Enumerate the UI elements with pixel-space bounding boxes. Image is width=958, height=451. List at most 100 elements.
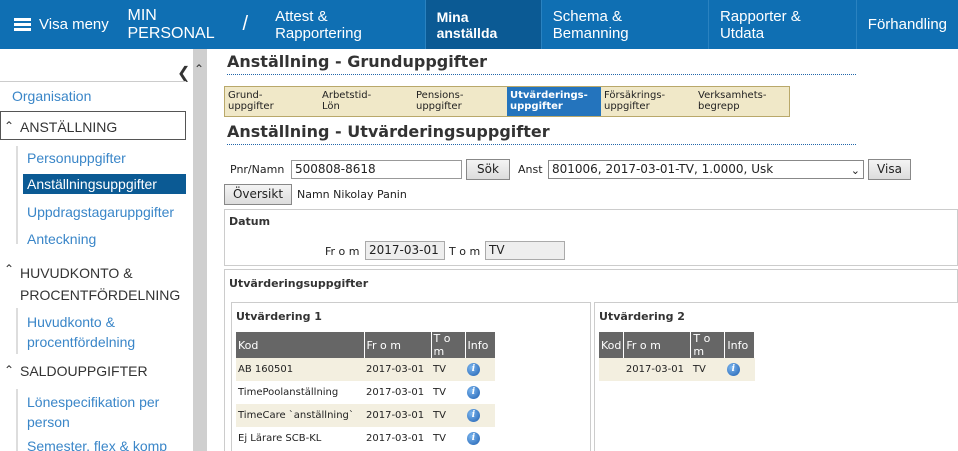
sidebar-section-huvudkonto[interactable]: ⌃ HUVUDKONTO & PROCENTFÖRDELNING xyxy=(4,262,180,306)
evaluation-section-title: Utvärderingsuppgifter xyxy=(229,277,369,290)
tab-line: uppgifter xyxy=(604,101,650,112)
cell-tom: TV xyxy=(690,358,725,381)
cell-from: 2017-03-01 xyxy=(366,387,425,398)
page-title: Anställning - Grunduppgifter xyxy=(227,52,488,71)
sidebar-item-huvudkonto[interactable]: Huvudkonto & procentfördelning xyxy=(27,312,135,352)
sidebar-item-uppdragstagaruppgifter[interactable]: Uppdragstagaruppgifter xyxy=(27,204,174,220)
scroll-up-icon[interactable]: ⌃ xyxy=(194,62,204,76)
evaluation-panel: Utvärderingsuppgifter Utvärdering 1 Kod … xyxy=(224,269,958,451)
item-label-line: Huvudkonto & xyxy=(27,314,115,330)
app-title[interactable]: MIN PERSONAL xyxy=(113,0,240,49)
section-label-line: HUVUDKONTO & xyxy=(20,265,133,281)
cell-info: i xyxy=(465,381,495,404)
sidebar: ❮ ⌃ Organisation ⌃ ANSTÄLLNING Personupp… xyxy=(0,49,207,451)
sidebar-section-saldouppgifter[interactable]: ⌃ SALDOUPPGIFTER xyxy=(4,363,148,379)
tab-line: begrepp xyxy=(698,101,740,112)
chevron-up-icon: ⌃ xyxy=(4,262,15,276)
cell-tom: TV xyxy=(433,387,446,398)
to-date-field[interactable]: TV xyxy=(485,241,565,260)
sidebar-section-anstallning[interactable]: ⌃ ANSTÄLLNING xyxy=(4,119,117,135)
cell-kod xyxy=(599,358,624,381)
item-label-line: person xyxy=(27,414,70,430)
tree-line xyxy=(16,308,18,354)
table-row: AB 160501 2017-03-01 TV i xyxy=(236,358,495,381)
info-icon[interactable]: i xyxy=(726,363,740,376)
tab-line: Utvärderings- xyxy=(510,90,588,101)
info-icon[interactable]: i xyxy=(467,363,480,376)
table-row: TimePoolanställning 2017-03-01 TV i xyxy=(236,381,495,404)
sidebar-item-organisation[interactable]: Organisation xyxy=(12,88,91,104)
chevron-left-icon[interactable]: ❮ xyxy=(177,63,190,83)
sidebar-item-semester[interactable]: Semester, flex & komp xyxy=(27,438,167,451)
tab-verksamhetsbegrepp[interactable]: Verksamhets-begrepp xyxy=(695,87,789,116)
date-section-title: Datum xyxy=(229,215,271,228)
sidebar-item-personuppgifter[interactable]: Personuppgifter xyxy=(27,150,126,166)
cell-kod: TimePoolanställning xyxy=(238,387,339,398)
sidebar-item-anstallningsuppgifter[interactable]: Anställningsuppgifter xyxy=(23,174,186,194)
to-label: T o m xyxy=(449,245,481,258)
title-underline xyxy=(227,74,856,75)
tab-mina-anstallda[interactable]: Mina anställda xyxy=(425,0,542,49)
sidebar-item-lonespecifikation[interactable]: Lönespecifikation per person xyxy=(27,392,159,432)
from-date-field[interactable]: 2017-03-01 xyxy=(365,241,445,260)
evaluation-1-panel: Utvärdering 1 Kod Fr o m T o m Info AB 1… xyxy=(231,302,591,451)
tab-line: Lön xyxy=(322,101,340,112)
employee-name: Namn Nikolay Panin xyxy=(297,188,407,201)
table-row: TimeCare `anställning` 2017-03-01 TV i xyxy=(236,404,495,427)
tab-rapporter-utdata[interactable]: Rapporter & Utdata xyxy=(709,0,857,49)
anst-select[interactable]: 801006, 2017-03-01-TV, 1.0000, Usk ⌄ xyxy=(548,160,864,179)
tab-schema-bemanning[interactable]: Schema & Bemanning xyxy=(542,0,709,49)
column-header-from: Fr o m xyxy=(364,332,432,358)
column-header-kod: Kod xyxy=(236,332,365,358)
cell-info: i xyxy=(724,358,755,381)
tab-arbetstid-lon[interactable]: Arbetstid- Lön xyxy=(319,87,413,116)
anst-label: Anst xyxy=(518,163,543,176)
sidebar-section-label: ANSTÄLLNING xyxy=(20,119,118,135)
show-menu-button[interactable]: Visa meny xyxy=(0,0,113,49)
section-title: Anställning - Utvärderingsuppgifter xyxy=(227,122,550,141)
tab-line: Pensions- xyxy=(416,90,464,101)
sidebar-item-anteckning[interactable]: Anteckning xyxy=(27,231,96,247)
tab-pensionsuppgifter[interactable]: Pensions-uppgifter xyxy=(413,87,507,116)
cell-from: 2017-03-01 xyxy=(364,404,431,427)
cell-tom: TV xyxy=(431,404,465,427)
cell-info: i xyxy=(465,358,495,381)
pnr-input[interactable]: 500808-8618 xyxy=(291,160,462,179)
cell-info: i xyxy=(465,404,495,427)
sidebar-scrollbar[interactable] xyxy=(193,49,207,451)
divider xyxy=(0,81,186,82)
item-label-line: Lönespecifikation per xyxy=(27,394,160,410)
pnr-label: Pnr/Namn xyxy=(230,163,285,176)
tab-utvarderingsuppgifter[interactable]: Utvärderings-uppgifter xyxy=(507,87,601,116)
tab-line: uppgifter xyxy=(416,101,462,112)
tab-line: Verksamhets- xyxy=(698,90,767,101)
overview-button[interactable]: Översikt xyxy=(224,184,292,205)
tab-forhandling[interactable]: Förhandling xyxy=(857,0,958,49)
table-row: Ej Lärare SCB-KL 2017-03-01 TV i xyxy=(236,427,495,450)
tab-attest-rapportering[interactable]: Attest & Rapportering xyxy=(264,0,426,49)
nav-separator: / xyxy=(242,13,249,35)
cell-tom: TV xyxy=(431,358,465,381)
chevron-up-icon: ⌃ xyxy=(4,119,15,133)
evaluation-2-panel: Utvärdering 2 Kod Fr o m T o m Info 2017… xyxy=(594,302,958,451)
sidebar-section-label: HUVUDKONTO & PROCENTFÖRDELNING xyxy=(20,262,180,306)
cell-tom: TV xyxy=(433,433,446,444)
column-header-from: Fr o m xyxy=(623,332,692,358)
column-header-tom: T o m xyxy=(431,332,466,358)
anst-select-value: 801006, 2017-03-01-TV, 1.0000, Usk xyxy=(552,162,774,176)
tab-line: uppgifter xyxy=(510,101,563,112)
cell-from: 2017-03-01 xyxy=(623,358,691,381)
evaluation-1-title: Utvärdering 1 xyxy=(236,310,322,323)
subtab-bar: Grund-uppgifter Arbetstid- Lön Pensions-u… xyxy=(224,86,790,117)
search-button[interactable]: Sök xyxy=(466,159,510,180)
tab-forsakringsuppgifter[interactable]: Försäkrings-uppgifter xyxy=(601,87,695,116)
tab-grunduppgifter[interactable]: Grund-uppgifter xyxy=(225,87,319,116)
info-icon[interactable]: i xyxy=(467,386,480,399)
main-content: Anställning - Grunduppgifter Grund-uppgi… xyxy=(224,49,958,451)
date-panel: Datum Fr o m 2017-03-01 T o m TV xyxy=(224,209,958,266)
info-icon[interactable]: i xyxy=(467,409,480,422)
table-header-row: Kod Fr o m T o m Info xyxy=(236,332,496,358)
show-button[interactable]: Visa xyxy=(868,159,911,180)
table-header-row: Kod Fr o m T o m Info xyxy=(599,332,756,358)
info-icon[interactable]: i xyxy=(467,432,480,445)
